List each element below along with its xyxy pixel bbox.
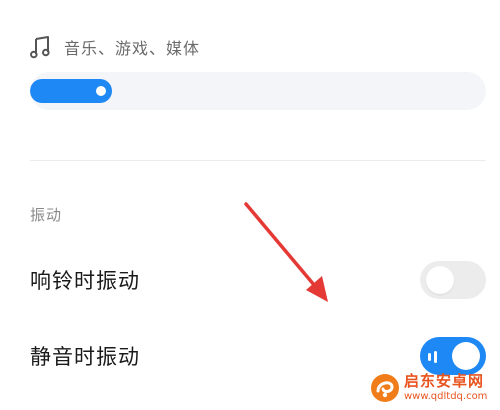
- toggle-knob: [426, 266, 454, 294]
- ring-vibrate-toggle[interactable]: [420, 261, 486, 299]
- watermark-text: 启东安卓网 www.qdltdq.com: [404, 374, 487, 402]
- silent-vibrate-label: 静音时振动: [30, 345, 140, 369]
- vibration-section-title: 振动: [30, 206, 63, 224]
- toggle-knob: [452, 342, 480, 370]
- media-volume-thumb[interactable]: [96, 86, 106, 96]
- vibration-wave-icon: [428, 351, 437, 363]
- ring-vibrate-label: 响铃时振动: [30, 269, 140, 293]
- media-volume-label: 音乐、游戏、媒体: [64, 39, 201, 58]
- media-volume-slider[interactable]: [30, 72, 486, 110]
- red-arrow-annotation: [244, 202, 328, 302]
- watermark-url: www.qdltdq.com: [404, 391, 488, 402]
- sound-settings-screen: 音乐、游戏、媒体 振动 响铃时振动 静音时振动 启东安卓网 www.qdltdq…: [0, 0, 500, 410]
- media-volume-header: 音乐、游戏、媒体: [30, 34, 200, 60]
- music-note-icon: [30, 36, 50, 59]
- orange-swirl-logo: [371, 374, 399, 402]
- watermark: 启东安卓网 www.qdltdq.com: [370, 368, 498, 408]
- watermark-title: 启东安卓网: [404, 372, 485, 390]
- section-divider: [30, 160, 486, 161]
